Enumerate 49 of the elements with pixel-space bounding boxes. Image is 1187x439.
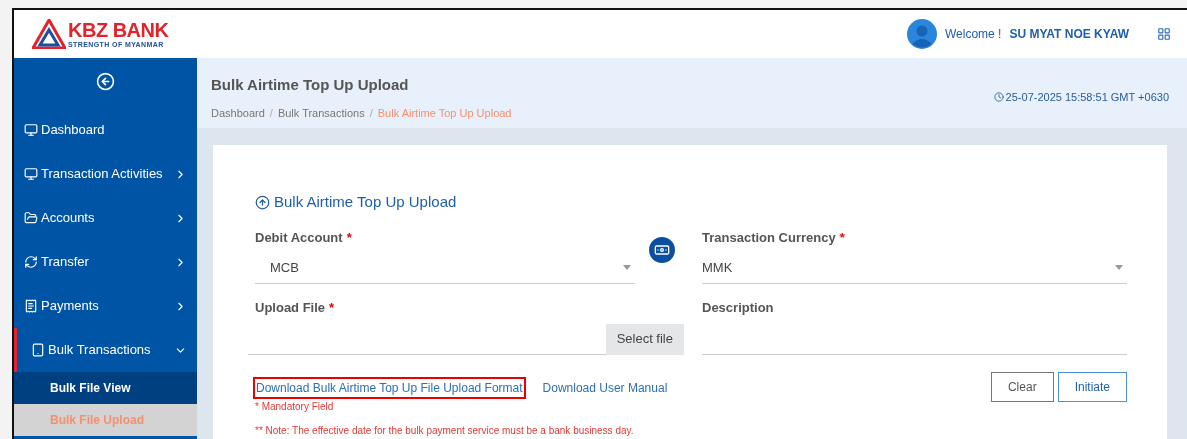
welcome-text: Welcome ! bbox=[944, 26, 1002, 43]
page-title: Bulk Airtime Top Up Upload bbox=[211, 75, 410, 95]
required-mark: * bbox=[839, 228, 845, 247]
sidebar-item[interactable]: Accounts bbox=[14, 196, 197, 240]
tablet-icon bbox=[31, 343, 45, 357]
form-title: Bulk Airtime Top Up Upload bbox=[274, 192, 457, 212]
mandatory-note: * Mandatory Field bbox=[255, 399, 335, 414]
currency-select[interactable]: MMK bbox=[702, 252, 1127, 284]
business-day-note: ** Note: The effective date for the bulk payment service must be a bank business day. bbox=[255, 423, 635, 438]
breadcrumb-separator: / bbox=[269, 105, 273, 121]
receipt-icon bbox=[24, 299, 38, 313]
dropdown-caret-icon bbox=[623, 265, 631, 270]
download-link[interactable]: Download Bulk Airtime Top Up File Upload Format bbox=[255, 378, 524, 397]
upload-file-field[interactable]: Select file bbox=[248, 323, 684, 355]
clear-button[interactable]: Clear bbox=[990, 371, 1054, 402]
logo-icon bbox=[32, 19, 66, 49]
banknote-icon bbox=[654, 242, 670, 258]
debit-account-select[interactable]: MCB bbox=[255, 252, 635, 284]
select-file-button[interactable]: Select file bbox=[605, 323, 684, 355]
dropdown-caret-icon bbox=[1115, 265, 1123, 270]
avatar-icon bbox=[906, 19, 937, 49]
breadcrumb-link[interactable]: Dashboard bbox=[211, 104, 265, 121]
field-label: Description bbox=[702, 299, 774, 317]
required-mark: * bbox=[346, 228, 352, 247]
monitor-icon bbox=[24, 123, 38, 137]
folder-icon bbox=[24, 211, 38, 225]
apps-menu-icon[interactable] bbox=[1157, 27, 1171, 41]
user-name: SU MYAT NOE KYAW bbox=[1009, 26, 1129, 43]
sidebar-item[interactable]: Payments bbox=[14, 284, 197, 328]
collapse-icon[interactable] bbox=[96, 71, 115, 91]
download-link[interactable]: Download User Manual bbox=[541, 378, 669, 397]
submenu-item[interactable]: Bulk File View bbox=[14, 372, 197, 404]
sidebar-item[interactable]: Transaction Activities bbox=[14, 152, 197, 196]
sidebar-item[interactable]: Dashboard bbox=[14, 108, 197, 152]
breadcrumb-separator: / bbox=[369, 105, 373, 121]
sidebar-item[interactable]: Transfer bbox=[14, 240, 197, 284]
money-button[interactable] bbox=[649, 237, 675, 263]
refresh-icon bbox=[24, 255, 38, 269]
initiate-button[interactable]: Initiate bbox=[1057, 371, 1127, 402]
logo-name: KBZ BANK bbox=[68, 20, 169, 40]
field-label: Debit Account bbox=[255, 228, 343, 247]
upload-icon bbox=[255, 194, 270, 210]
field-label: Upload File bbox=[255, 299, 326, 317]
clock-icon bbox=[993, 92, 1004, 103]
date-time: 25-07-2025 15:58:51 GMT +0630 bbox=[1005, 90, 1169, 105]
field-label: Transaction Currency bbox=[702, 228, 836, 247]
breadcrumb-link[interactable]: Bulk Transactions bbox=[277, 104, 365, 121]
monitor-icon bbox=[24, 167, 38, 181]
required-mark: * bbox=[329, 299, 335, 317]
